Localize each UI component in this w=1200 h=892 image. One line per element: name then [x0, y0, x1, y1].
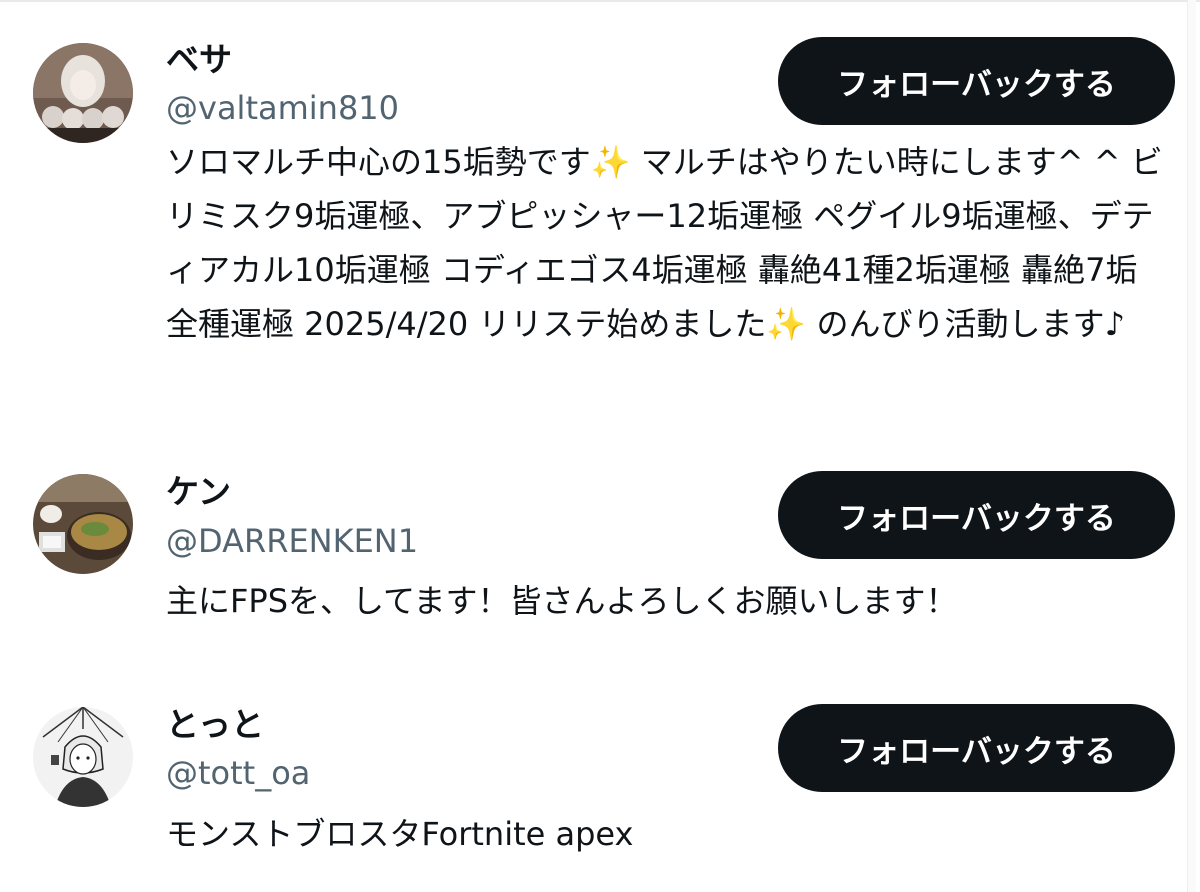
avatar[interactable] [33, 707, 133, 807]
follow-back-button[interactable]: フォローバックする [778, 471, 1175, 559]
avatar-image [33, 43, 133, 143]
avatar[interactable] [33, 474, 133, 574]
display-name[interactable]: ベサ [166, 40, 232, 80]
follow-back-button[interactable]: フォローバックする [778, 704, 1175, 792]
display-name[interactable]: とっと [166, 705, 264, 745]
avatar-image [33, 474, 133, 574]
display-name[interactable]: ケン [166, 472, 231, 512]
user-bio: モンストブロスタFortnite apex [166, 815, 634, 853]
user-handle[interactable]: @valtamin810 [166, 88, 399, 128]
user-handle[interactable]: @DARRENKEN1 [166, 521, 418, 561]
user-handle[interactable]: @tott_oa [166, 753, 310, 793]
user-card-3[interactable]: とっと @tott_oa フォローバックする モンストブロスタFortnite … [0, 650, 1200, 892]
user-card-1[interactable]: ベサ @valtamin810 フォローバックする ソロマルチ中心の15垢勢です… [0, 0, 1200, 420]
follow-back-button[interactable]: フォローバックする [778, 37, 1175, 125]
user-bio: 主にFPSを、してます！皆さんよろしくお願いします！ [166, 582, 958, 620]
user-card-2[interactable]: ケン @DARRENKEN1 フォローバックする 主にFPSを、してます！皆さん… [0, 420, 1200, 650]
avatar[interactable] [33, 43, 133, 143]
user-bio: ソロマルチ中心の15垢勢です✨ マルチはやりたい時にします^ ^ ビリミスク9垢… [166, 143, 1163, 343]
avatar-image [33, 707, 133, 807]
